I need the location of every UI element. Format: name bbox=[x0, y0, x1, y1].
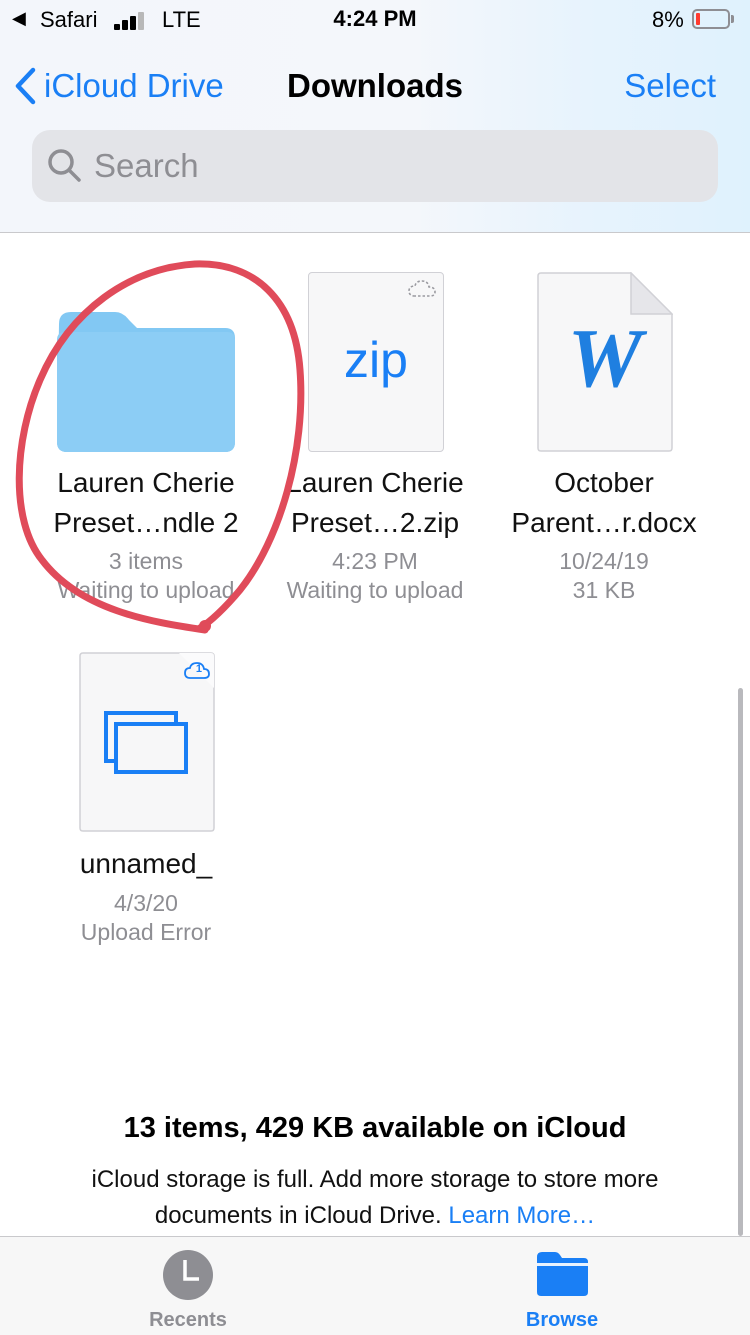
zip-badge: zip bbox=[344, 332, 408, 388]
file-item-count: 3 items bbox=[108, 548, 184, 574]
file-item-zip[interactable]: zip Lauren Cherie Preset…2.zip 4:23 PM W… bbox=[260, 270, 490, 610]
navigation-bar: iCloud Drive Downloads Select bbox=[0, 50, 750, 120]
battery-percent: 8% bbox=[652, 7, 684, 32]
word-file-thumbnail: W bbox=[537, 272, 673, 452]
storage-summary: 13 items, 429 KB available on iCloud bbox=[123, 1112, 627, 1144]
tab-recents-label: Recents bbox=[149, 1309, 227, 1331]
file-upload-status: Waiting to upload bbox=[286, 577, 464, 603]
file-name-line1: Lauren Cherie bbox=[286, 467, 464, 498]
file-item-docx[interactable]: W October Parent…r.docx 10/24/19 31 KB bbox=[489, 270, 719, 610]
folder-icon bbox=[57, 312, 235, 452]
file-upload-status: Waiting to upload bbox=[57, 577, 235, 603]
file-modified-date: 4/3/20 bbox=[114, 890, 178, 916]
folder-fill-icon bbox=[537, 1252, 588, 1296]
file-name-line2: Preset…2.zip bbox=[290, 507, 460, 538]
file-upload-status: Upload Error bbox=[80, 919, 212, 945]
search-icon bbox=[48, 149, 81, 182]
learn-more-link[interactable]: Learn More… bbox=[448, 1202, 595, 1229]
generic-file-thumbnail: 1 bbox=[79, 652, 215, 832]
file-name-line2: Parent…r.docx bbox=[511, 507, 697, 538]
scroll-indicator[interactable] bbox=[738, 688, 743, 1236]
status-bar: ◀ Safari LTE 4:24 PM 8% bbox=[0, 0, 750, 40]
clock: 4:24 PM bbox=[333, 6, 417, 31]
file-modified-date: 10/24/19 bbox=[559, 548, 649, 574]
tab-browse-label: Browse bbox=[525, 1309, 599, 1331]
cloud-waiting-icon bbox=[408, 280, 436, 297]
storage-message-block: iCloud storage is full. Add more storage… bbox=[40, 1162, 710, 1234]
zip-file-thumbnail: zip bbox=[308, 272, 444, 452]
header-area: ◀ Safari LTE 4:24 PM 8% iCloud Drive Dow… bbox=[0, 0, 750, 233]
tab-recents[interactable]: Recents bbox=[88, 1237, 288, 1335]
battery-level-fill bbox=[696, 13, 700, 25]
battery-icon bbox=[692, 9, 730, 29]
file-modified-time: 4:23 PM bbox=[332, 548, 418, 574]
clock-icon bbox=[163, 1250, 213, 1300]
search-placeholder: Search bbox=[94, 147, 199, 184]
error-count-badge: 1 bbox=[195, 663, 202, 675]
search-input[interactable]: Search bbox=[32, 130, 718, 202]
tab-bar: Recents Browse bbox=[0, 1236, 750, 1335]
tab-browse[interactable]: Browse bbox=[462, 1237, 662, 1335]
select-button[interactable]: Select bbox=[624, 64, 716, 108]
battery-tip bbox=[731, 15, 734, 23]
file-name-line1: Lauren Cherie bbox=[57, 467, 235, 498]
file-size: 31 KB bbox=[572, 577, 636, 603]
file-name-line1: October bbox=[554, 467, 654, 498]
word-badge: W bbox=[567, 312, 643, 405]
file-name: unnamed_ bbox=[79, 848, 213, 879]
file-name-line2: Preset…ndle 2 bbox=[53, 507, 239, 538]
file-item-folder[interactable]: Lauren Cherie Preset…ndle 2 3 items Wait… bbox=[31, 270, 261, 610]
file-item-unnamed[interactable]: 1 unnamed_ 4/3/20 Upload Error bbox=[31, 652, 261, 952]
